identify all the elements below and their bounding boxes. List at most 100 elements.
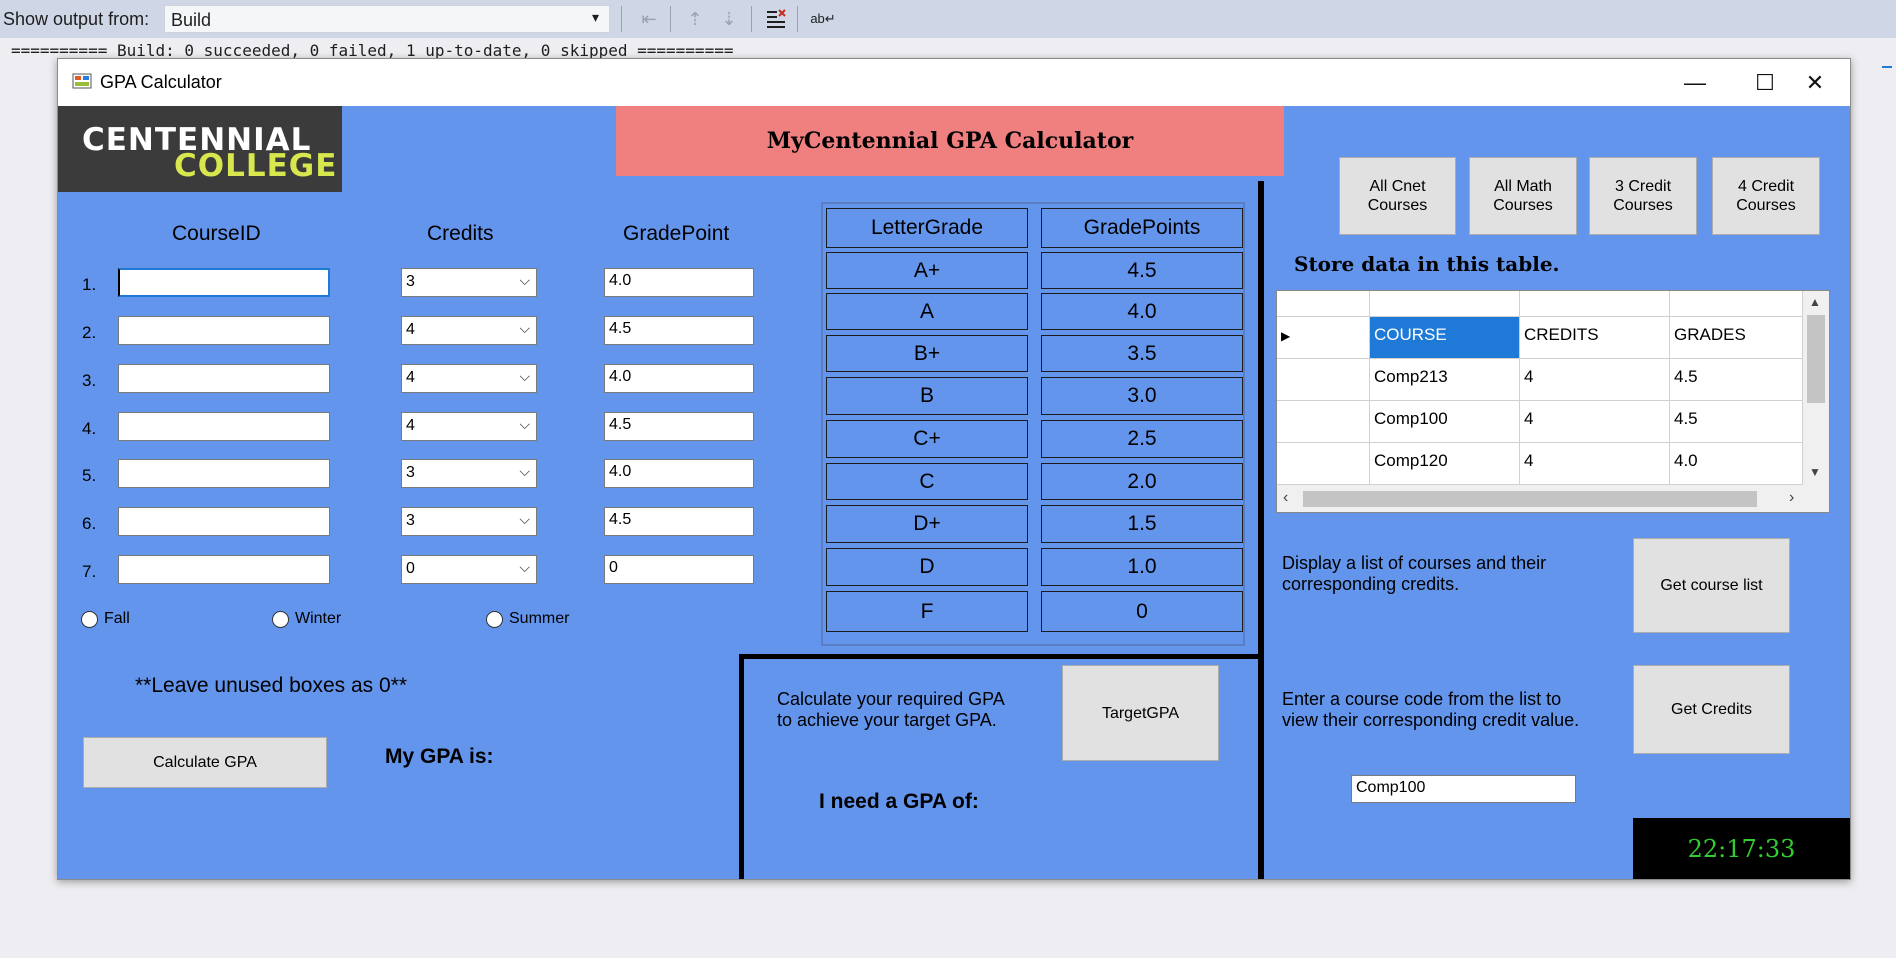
winter-label: Winter [295, 610, 342, 627]
course-id-input[interactable] [118, 364, 330, 393]
grid-cell[interactable]: Comp120 [1370, 443, 1520, 485]
unused-boxes-note: **Leave unused boxes as 0** [135, 674, 408, 697]
course-id-input[interactable] [118, 412, 330, 441]
grid-row-header[interactable]: ▶ [1277, 317, 1370, 359]
grid-cell[interactable]: COURSE [1370, 317, 1520, 359]
calculate-gpa-button[interactable]: Calculate GPA [83, 737, 327, 788]
grid-cell[interactable]: 4 [1520, 359, 1670, 401]
horizontal-scroll-thumb[interactable] [1303, 491, 1757, 507]
all-math-courses-button[interactable]: All Math Courses [1469, 157, 1577, 235]
grade-points-cell: 3.5 [1041, 335, 1243, 372]
course-id-input[interactable] [118, 316, 330, 345]
course-id-input[interactable] [118, 507, 330, 536]
term-fall[interactable]: Fall [81, 610, 130, 628]
credits-select[interactable]: 4 ⌵ [401, 412, 537, 441]
grid-row-header[interactable] [1277, 359, 1370, 401]
fall-radio[interactable] [81, 610, 98, 628]
credits-select[interactable]: 3 ⌵ [401, 459, 537, 488]
3-credit-courses-button[interactable]: 3 Credit Courses [1589, 157, 1697, 235]
get-credits-line2: view their corresponding credit value. [1282, 710, 1580, 730]
letter-grade-cell: B+ [826, 335, 1028, 372]
course-id-input[interactable] [118, 268, 330, 297]
grid-cell[interactable]: 4.5 [1670, 401, 1803, 443]
grid-column-header[interactable] [1520, 291, 1670, 317]
data-grid[interactable]: ▶ COURSE CREDITS GRADES Comp213 4 4.5 Comp100 4 4… [1276, 290, 1830, 513]
chevron-down-icon: ⌵ [519, 559, 530, 575]
grid-horizontal-scrollbar[interactable]: ‹ › [1277, 485, 1829, 512]
scroll-right-icon[interactable]: › [1789, 489, 1794, 507]
button-label-line2: Courses [1493, 197, 1553, 214]
term-winter[interactable]: Winter [272, 610, 341, 628]
chevron-down-icon: ⌵ [519, 416, 530, 432]
grid-cell[interactable]: 4.0 [1670, 443, 1803, 485]
course-id-input[interactable] [118, 555, 330, 584]
grid-row-header[interactable] [1277, 401, 1370, 443]
word-wrap-icon[interactable]: ab↵ [810, 6, 836, 32]
grid-cell[interactable]: 4.5 [1670, 359, 1803, 401]
clear-all-icon[interactable] [763, 6, 789, 32]
grade-point-input[interactable]: 4.5 [604, 412, 754, 441]
go-to-location-icon[interactable]: ⇤ [636, 6, 662, 32]
grid-cell[interactable]: 4 [1520, 443, 1670, 485]
credits-select[interactable]: 4 ⌵ [401, 364, 537, 393]
close-button[interactable]: ✕ [1780, 59, 1850, 106]
scroll-left-icon[interactable]: ‹ [1283, 489, 1288, 507]
course-id-input[interactable] [118, 459, 330, 488]
credits-select[interactable]: 4 ⌵ [401, 316, 537, 345]
fall-label: Fall [104, 610, 130, 627]
target-gpa-button[interactable]: TargetGPA [1062, 665, 1219, 761]
grade-point-input[interactable]: 0 [604, 555, 754, 584]
gradepoint-header: GradePoint [623, 222, 730, 245]
vertical-scroll-thumb[interactable] [1807, 315, 1825, 403]
app-icon [72, 71, 92, 91]
minimize-button[interactable]: — [1660, 59, 1730, 106]
grid-cell[interactable]: Comp100 [1370, 401, 1520, 443]
grid-cell[interactable]: GRADES [1670, 317, 1803, 359]
grid-column-header[interactable] [1370, 291, 1520, 317]
grid-column-header[interactable] [1277, 291, 1370, 317]
button-label-line2: Courses [1367, 197, 1428, 214]
button-label-line1: All Math [1494, 178, 1552, 195]
get-credits-line1: Enter a course code from the list to [1282, 689, 1562, 709]
grade-point-input[interactable]: 4.5 [604, 316, 754, 345]
grade-table-header: GradePoints [1041, 208, 1243, 248]
get-course-list-button[interactable]: Get course list [1633, 538, 1790, 633]
need-gpa-label: I need a GPA of: [819, 790, 979, 813]
letter-grade-cell: B [826, 377, 1028, 415]
letter-grade-cell: D [826, 548, 1028, 586]
course-code-input[interactable]: Comp100 [1351, 775, 1576, 803]
grid-cell[interactable]: Comp213 [1370, 359, 1520, 401]
letter-grade-cell: D+ [826, 505, 1028, 543]
next-message-icon[interactable]: ⇣ [716, 6, 742, 32]
previous-message-icon[interactable]: ⇡ [682, 6, 708, 32]
grade-point-input[interactable]: 4.0 [604, 459, 754, 488]
grid-cell[interactable]: 4 [1520, 401, 1670, 443]
grid-vertical-scrollbar[interactable]: ▲ ▼ [1803, 291, 1829, 485]
grid-row-header[interactable] [1277, 443, 1370, 485]
output-source-select[interactable]: Build ▾ [164, 5, 610, 33]
target-description-line2: to achieve your target GPA. [777, 710, 997, 730]
scroll-up-icon[interactable]: ▲ [1809, 295, 1821, 309]
credits-select[interactable]: 3 ⌵ [401, 507, 537, 536]
grade-point-input[interactable]: 4.0 [604, 268, 754, 297]
scroll-down-icon[interactable]: ▼ [1809, 465, 1821, 479]
all-cnet-courses-button[interactable]: All Cnet Courses [1339, 157, 1456, 235]
centennial-logo: CENTENNIAL COLLEGE [58, 106, 342, 192]
toolbar-separator [670, 6, 671, 32]
row-number: 3. [82, 371, 97, 390]
letter-grade-cell: A+ [826, 252, 1028, 289]
row-number: 7. [82, 562, 97, 581]
get-credits-button[interactable]: Get Credits [1633, 665, 1790, 754]
credits-value: 3 [406, 464, 415, 481]
summer-radio[interactable] [486, 610, 503, 628]
credits-select[interactable]: 0 ⌵ [401, 555, 537, 584]
term-summer[interactable]: Summer [486, 610, 569, 628]
grade-point-input[interactable]: 4.0 [604, 364, 754, 393]
winter-radio[interactable] [272, 610, 289, 628]
credits-select[interactable]: 3 ⌵ [401, 268, 537, 297]
grid-column-header[interactable] [1670, 291, 1803, 317]
grid-cell[interactable]: CREDITS [1520, 317, 1670, 359]
credits-value: 3 [406, 273, 415, 290]
grade-point-input[interactable]: 4.5 [604, 507, 754, 536]
4-credit-courses-button[interactable]: 4 Credit Courses [1712, 157, 1820, 235]
